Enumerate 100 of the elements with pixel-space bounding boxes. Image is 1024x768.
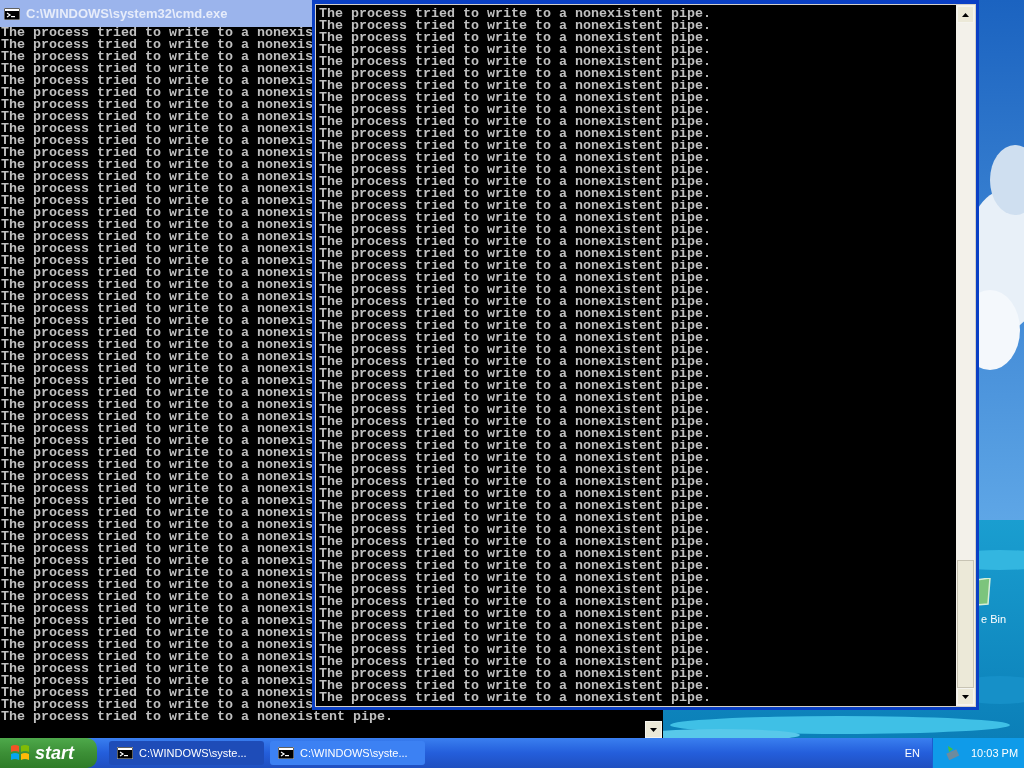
console-line: The process tried to write to a nonexistent pipe. [319,512,711,524]
console-line: The process tried to write to a nonexistent pipe. [319,464,711,476]
console-line: The process tried to write to a nonexistent pipe. [319,656,711,668]
console-icon [117,747,133,759]
console-line: The process tried to write to a nonexis [1,195,313,207]
console-line: The process tried to write to a nonexistent pipe. [319,596,711,608]
console-line: The process tried to write to a nonexistent pipe. [1,711,393,723]
console-line: The process tried to write to a nonexis [1,651,313,663]
console-line: The process tried to write to a nonexis [1,87,313,99]
console-line: The process tried to write to a nonexis [1,303,313,315]
console-line: The process tried to write to a nonexis [1,39,313,51]
console-line: The process tried to write to a nonexistent pipe. [319,632,711,644]
console-line: The process tried to write to a nonexistent pipe. [319,140,711,152]
down-arrow-icon [962,694,969,699]
console-line: The process tried to write to a nonexis [1,75,313,87]
scroll-down-button[interactable] [645,721,662,738]
console-line: The process tried to write to a nonexis [1,111,313,123]
console-line: The process tried to write to a nonexis [1,531,313,543]
console-line: The process tried to write to a nonexis [1,219,313,231]
console-line: The process tried to write to a nonexistent pipe. [319,440,711,452]
scroll-up-button[interactable] [957,6,974,23]
console-line: The process tried to write to a nonexis [1,507,313,519]
console-line: The process tried to write to a nonexis [1,687,313,699]
down-arrow-icon [650,727,657,732]
console-line: The process tried to write to a nonexis [1,519,313,531]
console-line: The process tried to write to a nonexistent pipe. [319,332,711,344]
console-line: The process tried to write to a nonexis [1,603,313,615]
scroll-down-button[interactable] [957,688,974,705]
console-line: The process tried to write to a nonexistent pipe. [319,416,711,428]
console-line: The process tried to write to a nonexistent pipe. [319,548,711,560]
console-line: The process tried to write to a nonexistent pipe. [319,620,711,632]
console-line: The process tried to write to a nonexis [1,579,313,591]
console-line: The process tried to write to a nonexistent pipe. [319,404,711,416]
console-line: The process tried to write to a nonexis [1,123,313,135]
scrollbar[interactable] [956,5,975,706]
console-line: The process tried to write to a nonexis [1,339,313,351]
clock[interactable]: 10:03 PM [971,744,1019,762]
console-line: The process tried to write to a nonexistent pipe. [319,572,711,584]
console-line: The process tried to write to a nonexistent pipe. [319,680,711,692]
console-line: The process tried to write to a nonexistent pipe. [319,524,711,536]
console-line: The process tried to write to a nonexistent pipe. [319,296,711,308]
console-line: The process tried to write to a nonexis [1,27,313,39]
console-line: The process tried to write to a nonexistent pipe. [319,128,711,140]
console-line: The process tried to write to a nonexistent pipe. [319,368,711,380]
console-line: The process tried to write to a nonexis [1,555,313,567]
console-line: The process tried to write to a nonexistent pipe. [319,356,711,368]
console-line: The process tried to write to a nonexis [1,147,313,159]
console-line: The process tried to write to a nonexis [1,483,313,495]
console-line: The process tried to write to a nonexis [1,351,313,363]
console-line: The process tried to write to a nonexistent pipe. [319,20,711,32]
console-line: The process tried to write to a nonexistent pipe. [319,176,711,188]
console-line: The process tried to write to a nonexis [1,495,313,507]
language-indicator[interactable]: EN [904,744,920,762]
scroll-thumb[interactable] [957,560,974,688]
console-line: The process tried to write to a nonexistent pipe. [319,32,711,44]
console-icon [278,747,294,759]
console-line: The process tried to write to a nonexistent pipe. [319,380,711,392]
console-line: The process tried to write to a nonexistent pipe. [319,392,711,404]
console-line: The process tried to write to a nonexis [1,699,313,711]
console-line: The process tried to write to a nonexis [1,447,313,459]
console-line: The process tried to write to a nonexis [1,63,313,75]
start-button[interactable]: start [0,738,97,768]
console-line: The process tried to write to a nonexis [1,399,313,411]
console-line: The process tried to write to a nonexistent pipe. [319,56,711,68]
console-line: The process tried to write to a nonexis [1,375,313,387]
console-line: The process tried to write to a nonexistent pipe. [319,260,711,272]
console-line: The process tried to write to a nonexistent pipe. [319,608,711,620]
console-line: The process tried to write to a nonexistent pipe. [319,212,711,224]
console-line: The process tried to write to a nonexistent pipe. [319,8,711,20]
console-line: The process tried to write to a nonexistent pipe. [319,500,711,512]
desktop-icon-label[interactable]: e Bin [981,612,1007,626]
console-line: The process tried to write to a nonexis [1,411,313,423]
console-line: The process tried to write to a nonexistent pipe. [319,308,711,320]
console-line: The process tried to write to a nonexis [1,255,313,267]
console-line: The process tried to write to a nonexistent pipe. [319,428,711,440]
console-line: The process tried to write to a nonexistent pipe. [319,80,711,92]
console-line: The process tried to write to a nonexistent pipe. [319,560,711,572]
console-line: The process tried to write to a nonexis [1,363,313,375]
console-line: The process tried to write to a nonexistent pipe. [319,92,711,104]
console-line: The process tried to write to a nonexistent pipe. [319,44,711,56]
taskbar-button[interactable]: C:\WINDOWS\syste... [270,741,425,765]
console-line: The process tried to write to a nonexis [1,159,313,171]
console-line: The process tried to write to a nonexis [1,675,313,687]
console-line: The process tried to write to a nonexis [1,663,313,675]
console-line: The process tried to write to a nonexistent pipe. [319,200,711,212]
console-line: The process tried to write to a nonexistent pipe. [319,584,711,596]
console-line: The process tried to write to a nonexistent pipe. [319,536,711,548]
console-line: The process tried to write to a nonexis [1,171,313,183]
console-line: The process tried to write to a nonexis [1,327,313,339]
console-line: The process tried to write to a nonexis [1,183,313,195]
console-line: The process tried to write to a nonexis [1,99,313,111]
console-line: The process tried to write to a nonexis [1,615,313,627]
console-line: The process tried to write to a nonexis [1,279,313,291]
console-line: The process tried to write to a nonexistent pipe. [319,644,711,656]
console-line: The process tried to write to a nonexis [1,51,313,63]
console-line: The process tried to write to a nonexistent pipe. [319,248,711,260]
console-line: The process tried to write to a nonexistent pipe. [319,188,711,200]
console-line: The process tried to write to a nonexistent pipe. [319,692,711,704]
console-line: The process tried to write to a nonexis [1,639,313,651]
taskbar-button[interactable]: C:\WINDOWS\syste... [109,741,264,765]
